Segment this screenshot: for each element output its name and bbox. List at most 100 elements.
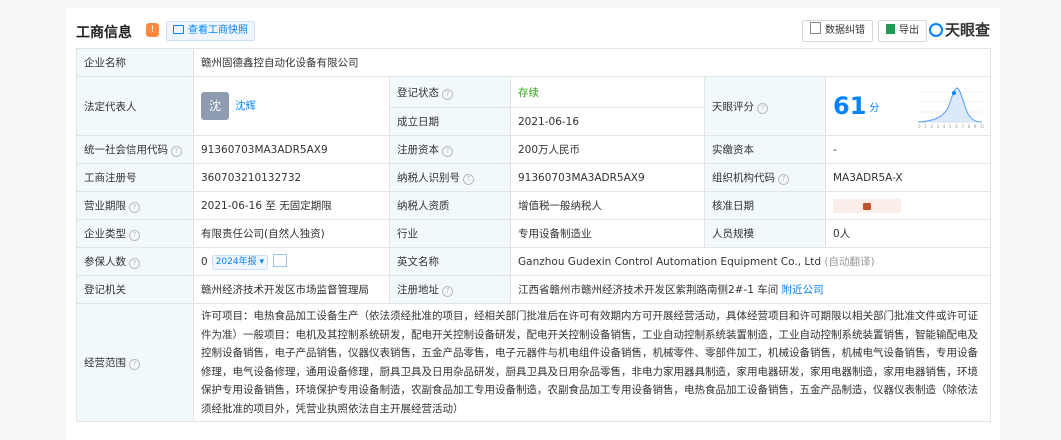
scope-label-cell: 经营范围? (76, 303, 194, 422)
data-correction-label: 数据纠错 (825, 25, 865, 36)
snapshot-button[interactable]: 查看工商快照 (166, 21, 255, 41)
insured-label: 参保人数 (84, 256, 126, 268)
taxpayer-id-label: 纳税人识别号 (397, 172, 460, 184)
status-label: 登记状态 (397, 86, 439, 99)
established-label: 成立日期 (389, 107, 511, 136)
score-label: 天眼评分 (712, 100, 754, 113)
locked-value[interactable] (833, 198, 901, 213)
section-header: 工商信息 ! 查看工商快照 数据纠错 导出 天眼查 (76, 16, 990, 46)
eye-logo-icon (928, 23, 943, 37)
legal-rep-name[interactable]: 沈辉 (235, 100, 256, 112)
address-label: 注册地址 (397, 284, 439, 296)
taxpayer-type-value: 增值税一般纳税人 (510, 191, 705, 220)
address-label-cell: 注册地址? (389, 275, 511, 304)
help-icon[interactable]: ? (442, 286, 453, 297)
score-axis-tick: 9 (974, 124, 977, 129)
table-row: 营业期限? 2021-06-16 至 无固定期限 纳税人资质 增值税一般纳税人 … (76, 191, 991, 220)
reg-number-label: 工商注册号 (76, 163, 194, 192)
term-value: 2021-06-16 至 无固定期限 (193, 191, 390, 220)
brand-logo: 天眼查 (928, 19, 990, 40)
table-row: 经营范围? 许可项目：电热食品加工设备生产（依法须经批准的项目，经相关部门批准后… (76, 303, 991, 422)
english-name-cell: Ganzhou Gudexin Control Automation Equip… (510, 247, 991, 276)
score-label-cell: 天眼评分? (704, 76, 826, 136)
score-axis-tick: 1 (924, 124, 927, 129)
table-row: 统一社会信用代码? 91360703MA3ADR5AX9 注册资本? 200万人… (76, 135, 991, 164)
score-cell[interactable]: 61分 012345678910 (825, 76, 991, 136)
status-label-cell: 登记状态? (389, 76, 511, 108)
export-label: 导出 (899, 25, 919, 36)
term-label-cell: 营业期限? (76, 191, 194, 220)
business-info-table: 企业名称 赣州固德鑫控自动化设备有限公司 法定代表人 沈沈辉 登记状态? 存续 … (76, 48, 991, 422)
score-axis-tick: 3 (937, 124, 940, 129)
company-type-label-cell: 企业类型? (76, 219, 194, 248)
company-type-value: 有限责任公司(自然人独资) (193, 219, 390, 248)
auto-translate-note: (自动翻译) (824, 256, 875, 268)
trend-chart-icon[interactable] (272, 253, 287, 267)
staff-size-value: 0人 (825, 219, 991, 248)
taxpayer-type-label: 纳税人资质 (389, 191, 511, 220)
reg-authority-value: 赣州经济技术开发区市场监督管理局 (193, 275, 390, 304)
export-button[interactable]: 导出 (878, 20, 927, 42)
insured-label-cell: 参保人数? (76, 247, 194, 276)
reg-capital-label: 注册资本 (397, 144, 439, 156)
company-type-label: 企业类型 (84, 228, 126, 240)
help-icon[interactable]: ? (463, 174, 474, 185)
org-code-label-cell: 组织机构代码? (704, 163, 826, 192)
help-icon[interactable]: ? (129, 258, 140, 269)
score-axis-tick: 7 (961, 124, 964, 129)
table-row: 工商注册号 360703210132732 纳税人识别号? 91360703MA… (76, 163, 991, 192)
approval-date-cell[interactable] (825, 191, 991, 220)
score-distribution-chart: 012345678910 (917, 87, 984, 129)
score-axis-tick: 6 (955, 124, 958, 129)
table-row: 法定代表人 沈沈辉 登记状态? 存续 天眼评分? 61 分 01234567891… (76, 76, 991, 136)
data-correction-button[interactable]: 数据纠错 (802, 20, 873, 42)
brand-name: 天眼查 (944, 21, 990, 39)
camera-icon (173, 25, 184, 34)
paid-capital-value: - (825, 135, 991, 164)
insured-cell: 0 2024年报 ▾ (193, 247, 390, 276)
reg-authority-label: 登记机关 (76, 275, 194, 304)
table-row: 登记机关 赣州经济技术开发区市场监督管理局 注册地址? 江西省赣州市赣州经济技术… (76, 275, 991, 304)
english-name-value: Ganzhou Gudexin Control Automation Equip… (518, 256, 821, 268)
org-code-label: 组织机构代码 (712, 172, 775, 184)
address-value: 江西省赣州市赣州经济技术开发区紫荆路南侧2#-1 车间 (518, 284, 779, 296)
snapshot-button-label: 查看工商快照 (188, 25, 248, 36)
industry-value: 专用设备制造业 (510, 219, 705, 248)
credit-code-label-cell: 统一社会信用代码? (76, 135, 194, 164)
approval-date-label: 核准日期 (704, 191, 826, 220)
industry-label: 行业 (389, 219, 511, 248)
help-icon[interactable]: ? (757, 102, 768, 114)
table-row: 企业名称 赣州固德鑫控自动化设备有限公司 (76, 48, 991, 77)
lock-icon (863, 202, 871, 210)
score-axis-tick: 5 (949, 124, 952, 129)
help-icon[interactable]: ? (171, 146, 182, 157)
help-icon[interactable]: ? (442, 146, 453, 157)
taxpayer-id-value: 91360703MA3ADR5AX9 (510, 163, 705, 192)
help-icon[interactable]: ? (129, 230, 140, 241)
score-unit: 分 (869, 102, 880, 114)
bell-icon[interactable]: ! (146, 23, 159, 37)
credit-code-label: 统一社会信用代码 (84, 144, 168, 156)
staff-size-label: 人员规模 (704, 219, 826, 248)
avatar[interactable]: 沈 (201, 92, 229, 120)
legal-rep-label: 法定代表人 (76, 76, 194, 136)
reg-capital-label-cell: 注册资本? (389, 135, 511, 164)
help-icon[interactable]: ? (129, 202, 140, 213)
address-cell: 江西省赣州市赣州经济技术开发区紫荆路南侧2#-1 车间 附近公司 (510, 275, 991, 304)
help-icon[interactable]: ? (778, 174, 789, 185)
annual-report-badge[interactable]: 2024年报 ▾ (211, 254, 268, 270)
english-name-label: 英文名称 (389, 247, 511, 276)
score-axis-tick: 0 (918, 124, 921, 129)
company-name-value: 赣州固德鑫控自动化设备有限公司 (193, 48, 991, 77)
score-axis-tick: 10 (980, 124, 984, 129)
term-label: 营业期限 (84, 200, 126, 212)
nearby-companies-link[interactable]: 附近公司 (782, 284, 824, 296)
score-value: 61 (833, 92, 867, 120)
help-icon[interactable]: ? (442, 88, 453, 100)
score-axis-tick: 4 (943, 124, 946, 129)
business-info-card: 工商信息 ! 查看工商快照 数据纠错 导出 天眼查 企业名称 赣州固德鑫控自动化… (66, 8, 1000, 440)
reg-capital-value: 200万人民币 (510, 135, 705, 164)
table-row: 企业类型? 有限责任公司(自然人独资) 行业 专用设备制造业 人员规模 0人 (76, 219, 991, 248)
help-icon[interactable]: ? (129, 359, 140, 370)
document-icon (810, 22, 821, 34)
